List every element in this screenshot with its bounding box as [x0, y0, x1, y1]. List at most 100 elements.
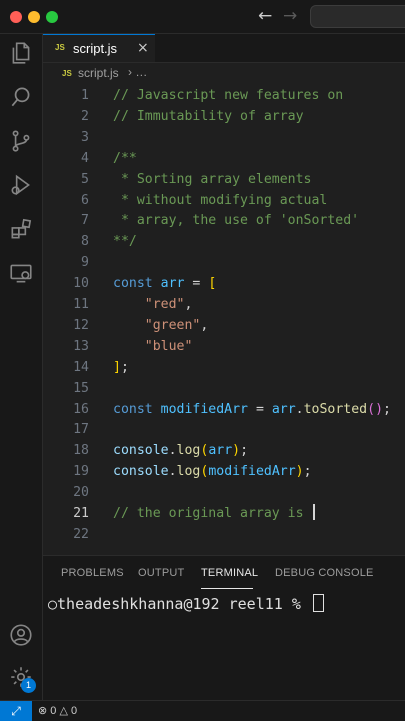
forward-arrow-icon[interactable]: → [283, 6, 297, 26]
code-token: ] [113, 359, 121, 375]
code-line[interactable]: 6 * without modifying actual [43, 190, 405, 211]
code-token: , [200, 317, 209, 333]
code-token: **/ [113, 234, 137, 250]
code-line[interactable]: 10 const arr = [ [43, 273, 405, 294]
code-token: = [248, 401, 272, 417]
code-line[interactable]: 13 "blue" [43, 336, 405, 357]
zoom-window-button[interactable] [46, 11, 58, 23]
code-text: console.log(arr); [113, 440, 248, 461]
code-text: console.log(modifiedArr); [113, 461, 312, 482]
code-line[interactable]: 9 [43, 252, 405, 273]
code-editor[interactable]: 1 // Javascript new features on 2 // Immuta… [43, 85, 405, 555]
code-line[interactable]: 3 [43, 127, 405, 148]
line-number: 3 [81, 129, 89, 145]
line-number: 1 [81, 88, 89, 103]
code-line[interactable]: 7 * array, the use of 'onSorted' [43, 210, 405, 231]
code-token: = [184, 276, 209, 292]
errors-status[interactable]: ⊗ 0 △ 0 [38, 704, 77, 717]
tab-debug-console[interactable]: DEBUG CONSOLE [275, 567, 374, 579]
search-icon[interactable] [8, 84, 34, 110]
close-window-button[interactable] [10, 11, 22, 23]
code-line[interactable]: 20 [43, 482, 405, 503]
code-line[interactable]: 19 console.log(modifiedArr); [43, 461, 405, 482]
code-token: const [113, 276, 153, 292]
code-line[interactable]: 17 [43, 419, 405, 440]
code-line[interactable]: 5 * Sorting array elements [43, 169, 405, 190]
code-line[interactable]: 14]; [43, 357, 405, 378]
code-line[interactable]: 21 // the original array is [43, 503, 405, 524]
line-number: 4 [81, 150, 89, 166]
command-center-search[interactable] [310, 5, 405, 28]
tab-terminal[interactable]: TERMINAL [201, 567, 258, 579]
error-count: 0 [50, 705, 57, 717]
javascript-file-icon: JS [62, 69, 72, 78]
source-control-icon[interactable] [8, 128, 34, 154]
code-text: "blue" [113, 336, 193, 357]
terminal-output[interactable]: ○theadeshkhanna@192 reel11 % [48, 594, 324, 613]
explorer-icon[interactable] [8, 40, 34, 66]
code-line[interactable]: 1 // Javascript new features on [43, 85, 405, 106]
breadcrumb-more[interactable]: … [135, 65, 147, 79]
code-line[interactable]: 4 /** [43, 148, 405, 169]
account-icon[interactable] [8, 622, 34, 648]
code-token: modifiedArr [160, 401, 248, 417]
code-line[interactable]: 16 const modifiedArr = arr.toSorted(); [43, 399, 405, 420]
code-token: . [168, 464, 177, 480]
back-arrow-icon[interactable]: ← [258, 6, 272, 26]
title-bar: ← → [0, 0, 405, 34]
code-line[interactable]: 12 "green", [43, 315, 405, 336]
code-text: * without modifying actual [113, 190, 327, 211]
code-token: ) [232, 443, 241, 459]
code-token: * without modifying actual [113, 192, 328, 208]
line-number: 15 [73, 380, 89, 396]
tab-output[interactable]: OUTPUT [138, 567, 184, 579]
tab-label: script.js [73, 41, 118, 56]
line-number: 13 [73, 338, 89, 354]
code-line[interactable]: 18 console.log(arr); [43, 440, 405, 461]
terminal-prompt: theadeshkhanna@192 reel11 % [57, 595, 310, 613]
code-token: ; [303, 464, 312, 480]
code-text: // Javascript new features on [113, 85, 343, 106]
run-debug-icon[interactable] [8, 172, 34, 198]
code-text: // Immutability of array [113, 106, 304, 127]
code-token: . [168, 443, 177, 459]
accounts-badge: 1 [21, 678, 36, 693]
close-icon[interactable]: × [137, 40, 149, 56]
code-token: toSorted [303, 401, 368, 417]
javascript-file-icon: JS [55, 43, 65, 52]
line-number: 11 [73, 297, 89, 312]
code-text: "red", [113, 294, 193, 315]
code-line[interactable]: 22 [43, 524, 405, 545]
code-token: modifiedArr [208, 464, 296, 480]
code-token: console [113, 443, 169, 459]
error-icon: ⊗ [38, 705, 48, 717]
remote-indicator-icon[interactable]: ⤢ [0, 701, 32, 721]
code-line[interactable]: 2 // Immutability of array [43, 106, 405, 127]
code-token: log [176, 443, 201, 459]
line-number: 2 [81, 108, 89, 124]
code-text: const arr = [ [113, 273, 216, 294]
line-number: 6 [81, 192, 89, 208]
tab-problems[interactable]: PROBLEMS [61, 567, 124, 579]
code-token: const [113, 401, 153, 417]
code-text: const modifiedArr = arr.toSorted(); [113, 399, 391, 420]
line-number: 19 [73, 464, 89, 480]
code-token: arr [160, 276, 185, 292]
code-token: ) [295, 464, 304, 480]
line-number: 14 [73, 359, 89, 375]
tab-script-js[interactable]: JS script.js × [43, 34, 155, 62]
code-line[interactable]: 8 **/ [43, 231, 405, 252]
line-number: 9 [81, 255, 89, 271]
line-number: 10 [73, 276, 89, 292]
minimize-window-button[interactable] [28, 11, 40, 23]
line-number: 16 [73, 401, 89, 417]
remote-explorer-icon[interactable] [8, 260, 34, 286]
code-line[interactable]: 15 [43, 378, 405, 399]
code-token: // Javascript new features on [113, 88, 344, 103]
code-line[interactable]: 11 "red", [43, 294, 405, 315]
extensions-icon[interactable] [8, 216, 34, 242]
breadcrumb-file[interactable]: script.js [78, 66, 119, 80]
